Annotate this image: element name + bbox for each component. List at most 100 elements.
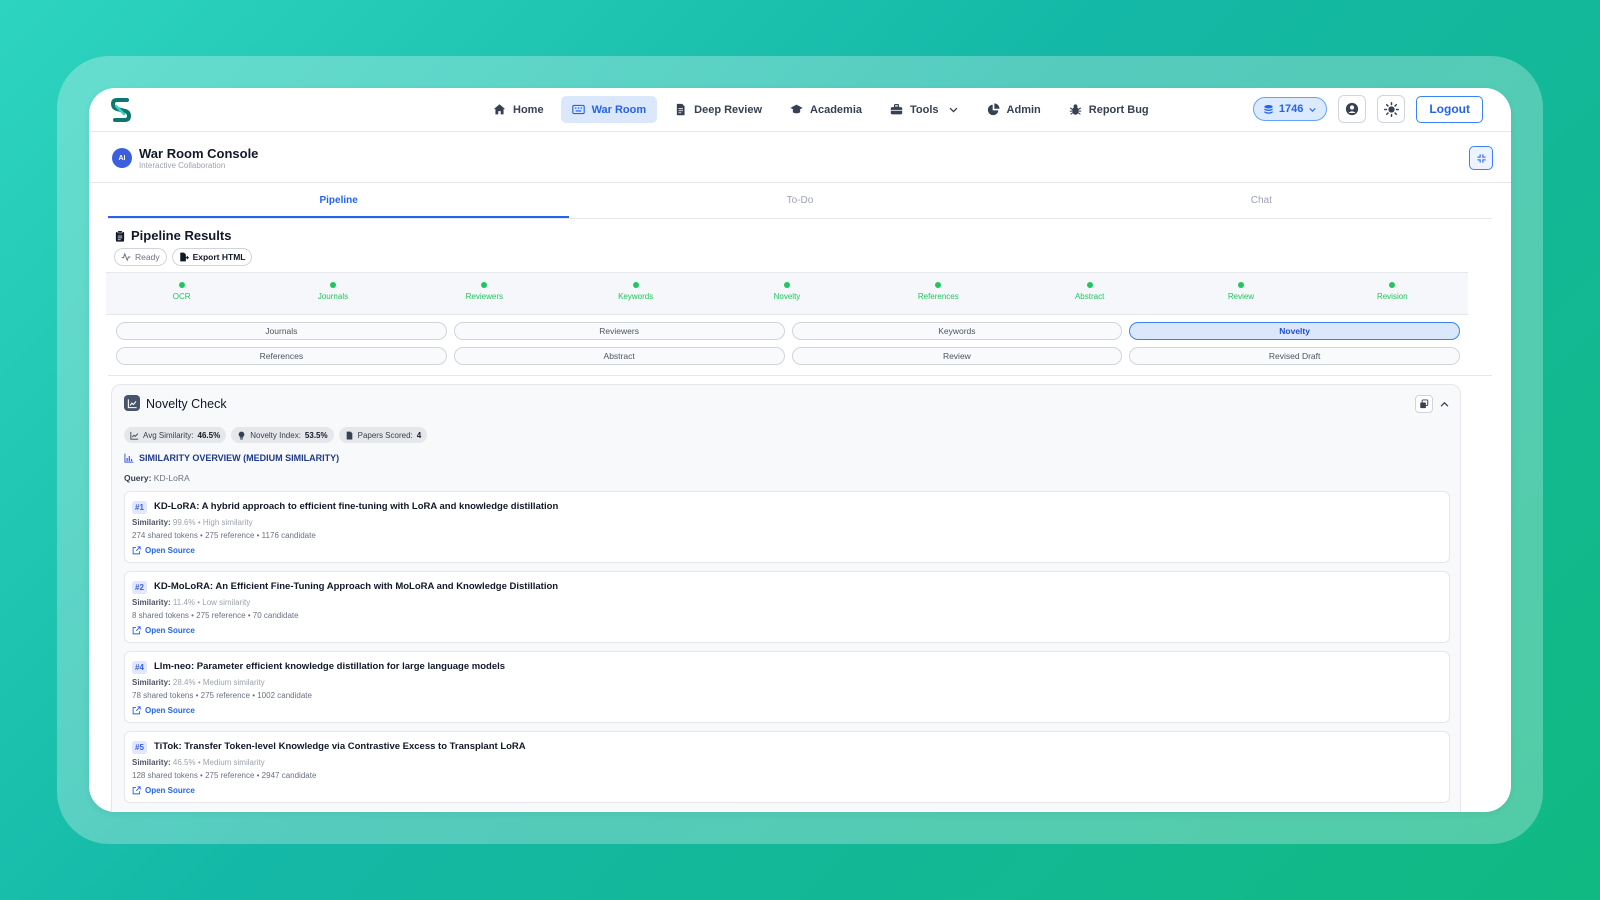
stage-ocr[interactable]: OCR: [106, 273, 257, 314]
document-icon: [346, 431, 352, 439]
stage-label: Revision: [1376, 292, 1408, 301]
logo-icon[interactable]: [111, 96, 131, 124]
open-source-link[interactable]: Open Source: [132, 786, 195, 795]
compress-view-button[interactable]: [1469, 146, 1493, 170]
chart-line-icon: [124, 395, 140, 411]
sun-icon: [1383, 101, 1399, 117]
console-tabs: Pipeline To-Do Chat: [108, 184, 1492, 219]
similarity-value: 11.4% • Low similarity: [172, 598, 251, 607]
open-source-link[interactable]: Open Source: [132, 706, 195, 715]
home-icon: [493, 104, 506, 115]
stage-complete-dot: [632, 282, 639, 288]
toolbox-icon: [890, 104, 903, 115]
console-header: AI War Room Console Interactive Collabor…: [89, 133, 1511, 183]
pill-keywords[interactable]: Keywords: [791, 322, 1123, 340]
result-card: #2 KD-MoLoRA: An Efficient Fine-Tuning A…: [124, 571, 1450, 643]
nav-war-room[interactable]: War Room: [560, 96, 658, 123]
stage-complete-dot: [1086, 282, 1093, 288]
stat-label: Papers Scored:: [357, 430, 413, 440]
stage-revision[interactable]: Revision: [1317, 273, 1468, 314]
status-label: Ready: [135, 252, 160, 262]
stage-keywords[interactable]: Keywords: [560, 273, 711, 314]
profile-button[interactable]: [1338, 95, 1367, 123]
pill-abstract[interactable]: Abstract: [453, 347, 785, 365]
stage-complete-dot: [481, 282, 488, 288]
lightbulb-icon: [238, 431, 245, 439]
stage-label: Keywords: [618, 292, 654, 301]
stage-reviewers[interactable]: Reviewers: [409, 273, 560, 314]
stage-complete-dot: [178, 282, 185, 288]
pill-review[interactable]: Review: [791, 347, 1123, 365]
stage-novelty[interactable]: Novelty: [711, 273, 862, 314]
nav-tools[interactable]: Tools: [879, 96, 970, 123]
credits-dropdown[interactable]: 1746: [1252, 97, 1328, 121]
console-subtitle: Interactive Collaboration: [139, 161, 226, 170]
export-html-button[interactable]: Export HTML: [171, 248, 253, 266]
pill-revised-draft[interactable]: Revised Draft: [1129, 347, 1460, 365]
result-title: KD-MoLoRA: An Efficient Fine-Tuning Appr…: [154, 581, 559, 592]
logout-button[interactable]: Logout: [1416, 95, 1483, 123]
theme-toggle-button[interactable]: [1377, 95, 1406, 123]
nav-deep-review[interactable]: Deep Review: [663, 96, 773, 123]
result-similarity: Similarity: 28.4% • Medium similarity: [132, 678, 265, 687]
stage-references[interactable]: References: [863, 273, 1014, 314]
external-link-icon: [132, 626, 141, 635]
nav-tools-label: Tools: [910, 103, 939, 116]
result-title: KD-LoRA: A hybrid approach to efficient …: [154, 501, 559, 512]
nav-report-bug[interactable]: Report Bug: [1058, 96, 1160, 123]
open-source-label: Open Source: [145, 626, 195, 635]
nav-admin[interactable]: Admin: [976, 96, 1052, 123]
result-rank: #4: [132, 661, 147, 674]
chevron-up-icon[interactable]: [1439, 399, 1450, 410]
similarity-value: 28.4% • Medium similarity: [172, 678, 265, 687]
tab-chat[interactable]: Chat: [1031, 184, 1492, 218]
query-label: Query:: [124, 473, 152, 483]
copy-button[interactable]: [1415, 395, 1433, 413]
similarity-label: Similarity:: [132, 678, 171, 687]
stage-abstract[interactable]: Abstract: [1014, 273, 1165, 314]
nav-home[interactable]: Home: [482, 96, 555, 123]
similarity-overview-text: SIMILARITY OVERVIEW (MEDIUM SIMILARITY): [139, 453, 340, 463]
export-html-label: Export HTML: [192, 252, 246, 262]
panel-actions: [1415, 395, 1450, 413]
open-source-link[interactable]: Open Source: [132, 626, 195, 635]
result-rank: #1: [132, 501, 147, 514]
nav-admin-label: Admin: [1006, 103, 1041, 116]
tab-todo[interactable]: To-Do: [569, 184, 1030, 218]
result-tokens: 78 shared tokens • 275 reference • 1002 …: [132, 691, 312, 700]
pill-journals[interactable]: Journals: [116, 322, 447, 340]
console-title: War Room Console: [139, 146, 259, 161]
stage-complete-dot: [935, 282, 942, 288]
query-line: Query: KD-LoRA: [124, 473, 190, 483]
result-tokens: 8 shared tokens • 275 reference • 70 can…: [132, 611, 299, 620]
tab-pipeline[interactable]: Pipeline: [108, 184, 570, 218]
stage-label: Journals: [317, 292, 349, 301]
result-title: Llm-neo: Parameter efficient knowledge d…: [154, 661, 506, 672]
stage-complete-dot: [783, 282, 790, 288]
pill-reviewers[interactable]: Reviewers: [453, 322, 785, 340]
stage-review[interactable]: Review: [1165, 273, 1316, 314]
pipeline-title: Pipeline Results: [114, 228, 231, 243]
divider: [108, 375, 1492, 376]
copy-icon: [1420, 399, 1429, 409]
pill-novelty[interactable]: Novelty: [1129, 322, 1460, 340]
result-card: #5 TiTok: Transfer Token-level Knowledge…: [124, 731, 1450, 803]
external-link-icon: [132, 546, 141, 555]
top-navbar: Home War Room Deep Review Academia Tools: [89, 88, 1511, 132]
keyboard-icon: [571, 104, 585, 115]
graduation-cap-icon: [790, 104, 803, 114]
chevron-down-icon: [949, 107, 957, 113]
result-tokens: 128 shared tokens • 275 reference • 2947…: [132, 771, 317, 780]
nav-academia-label: Academia: [810, 103, 863, 116]
result-section-pills: Journals Reviewers Keywords Novelty Refe…: [116, 322, 1460, 365]
bar-chart-icon: [124, 453, 134, 463]
stat-avg-similarity: Avg Similarity: 46.5%: [124, 427, 227, 443]
nav-academia[interactable]: Academia: [779, 96, 873, 123]
open-source-label: Open Source: [145, 786, 195, 795]
stage-label: Novelty: [773, 292, 801, 301]
nav-war-room-label: War Room: [591, 103, 647, 116]
stage-journals[interactable]: Journals: [257, 273, 408, 314]
pill-references[interactable]: References: [116, 347, 447, 365]
open-source-link[interactable]: Open Source: [132, 546, 195, 555]
stage-complete-dot: [329, 282, 336, 288]
